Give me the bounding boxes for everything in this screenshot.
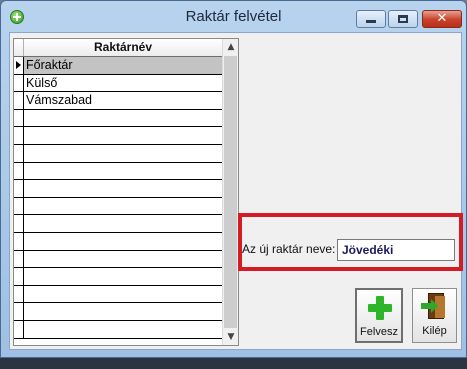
column-header-raktarnev[interactable]: Raktárnév — [24, 39, 222, 56]
close-button[interactable]: ✕ — [422, 10, 462, 28]
taskbar-edge — [0, 358, 467, 369]
close-icon: ✕ — [436, 11, 448, 26]
row-indicator — [14, 127, 24, 144]
dialog-client-area: Raktárnév Főraktár Külső Vámszabad ▲ ▼ Az … — [9, 32, 463, 350]
row-indicator — [14, 320, 24, 338]
table-row[interactable]: Vámszabad — [14, 92, 222, 110]
warehouse-name-cell[interactable]: Külső — [26, 75, 57, 92]
table-row[interactable] — [14, 180, 222, 198]
table-row[interactable] — [14, 215, 222, 233]
table-row[interactable]: Külső — [14, 74, 222, 93]
scroll-thumb[interactable] — [224, 56, 237, 328]
row-indicator — [14, 92, 24, 109]
row-indicator — [14, 57, 24, 74]
exit-button[interactable]: Kilép — [412, 288, 457, 343]
row-indicator — [14, 197, 24, 215]
row-indicator — [14, 250, 24, 268]
row-indicator — [14, 232, 24, 250]
scroll-down-icon[interactable]: ▼ — [223, 329, 238, 345]
row-indicator — [14, 268, 24, 285]
table-row[interactable] — [14, 127, 222, 145]
warehouse-grid[interactable]: Raktárnév Főraktár Külső Vámszabad ▲ ▼ — [13, 38, 239, 346]
table-row[interactable]: Főraktár — [14, 57, 222, 75]
exit-door-icon — [421, 293, 445, 319]
exit-button-label: Kilép — [422, 325, 447, 337]
row-indicator — [14, 144, 24, 162]
warehouse-name-cell[interactable]: Vámszabad — [26, 92, 92, 109]
raktar-felvetel-window: Raktár felvétel ✕ Raktárnév Főraktár Küls… — [0, 0, 467, 358]
row-indicator — [14, 285, 24, 303]
row-indicator-header — [14, 39, 24, 56]
table-row[interactable] — [14, 109, 222, 128]
table-row[interactable] — [14, 144, 222, 163]
row-indicator — [14, 303, 24, 320]
minimize-button[interactable] — [356, 10, 386, 28]
warehouse-name-cell[interactable]: Főraktár — [26, 57, 73, 74]
scroll-up-icon[interactable]: ▲ — [223, 39, 238, 55]
grid-body: Főraktár Külső Vámszabad — [14, 57, 222, 339]
row-indicator — [14, 180, 24, 197]
table-row[interactable] — [14, 285, 222, 304]
minimize-icon — [366, 20, 376, 23]
new-warehouse-name-input[interactable] — [337, 239, 455, 261]
table-row[interactable] — [14, 268, 222, 286]
table-row[interactable] — [14, 197, 222, 216]
table-row[interactable] — [14, 320, 222, 339]
row-indicator — [14, 215, 24, 232]
maximize-button[interactable] — [388, 10, 418, 28]
vertical-scrollbar[interactable]: ▲ ▼ — [222, 39, 238, 345]
row-indicator — [14, 109, 24, 127]
title-bar[interactable]: Raktár felvétel ✕ — [1, 1, 466, 32]
plus-icon — [368, 296, 392, 320]
table-row[interactable] — [14, 162, 222, 181]
add-button-label: Felvesz — [360, 326, 398, 338]
row-indicator — [14, 74, 24, 92]
table-row[interactable] — [14, 232, 222, 251]
current-row-arrow-icon — [16, 61, 21, 69]
new-warehouse-label: Az új raktár neve: — [242, 242, 336, 256]
row-indicator — [14, 162, 24, 180]
add-button[interactable]: Felvesz — [355, 288, 403, 343]
table-row[interactable] — [14, 250, 222, 269]
maximize-icon — [398, 15, 408, 23]
grid-header: Raktárnév — [14, 39, 222, 57]
table-row[interactable] — [14, 303, 222, 321]
